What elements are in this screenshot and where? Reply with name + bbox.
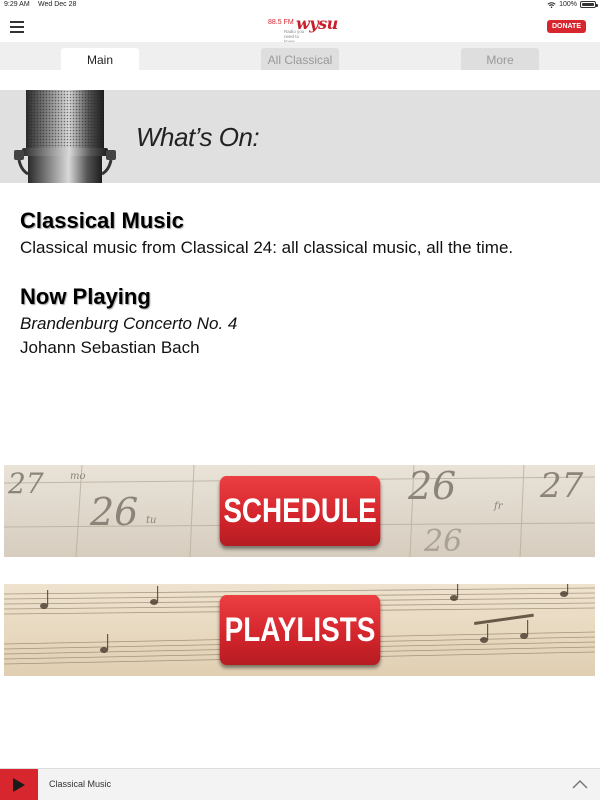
status-time: 9:29 AM [4,1,30,8]
status-right: 100% [547,1,598,8]
donate-button[interactable]: DONATE [546,20,586,33]
program-description: Classical music from Classical 24: all c… [20,238,514,257]
program-info: Classical Music Classical music from Cla… [20,208,590,360]
calendar-day: fr [493,501,504,512]
whats-on-banner: What’s On: [0,90,600,183]
player-label: Classical Music [49,779,112,789]
logo-frequency: 88.5 FM [268,19,294,26]
calendar-day: mo [70,471,86,482]
playlists-button[interactable]: PLAYLISTS [219,595,381,665]
battery-icon [580,1,598,8]
hamburger-icon-line [10,26,24,28]
now-playing-heading: Now Playing [20,284,151,309]
schedule-button[interactable]: SCHEDULE [219,476,381,546]
play-button[interactable] [0,769,38,800]
play-icon [13,778,25,792]
player-bar: Classical Music [0,768,600,800]
calendar-number: 26 [407,465,456,508]
playlists-banner[interactable]: PLAYLISTS [4,584,595,676]
app-header: 88.5 FM wysu Radio you need to know DONA… [0,12,600,44]
calendar-number: 27 [539,466,584,506]
hamburger-icon-line [10,21,24,23]
hamburger-icon-line [10,31,24,33]
schedule-banner[interactable]: 27 26 26 27 26 fr tu mo SCHEDULE [4,465,595,557]
now-playing-section: Now Playing Brandenburg Concerto No. 4 J… [20,284,590,360]
program-heading: Classical Music [20,208,184,233]
station-logo: 88.5 FM wysu Radio you need to know [268,14,338,44]
wifi-icon [547,1,556,8]
tab-bar: Main All Classical More [0,42,600,70]
tab-more[interactable]: More [461,48,539,70]
whats-on-title: What’s On: [136,122,260,152]
chevron-up-icon[interactable] [572,778,588,790]
calendar-day: tu [146,515,156,526]
now-playing-artist: Johann Sebastian Bach [20,338,200,357]
status-date: Wed Dec 28 [38,1,77,8]
tab-all-classical[interactable]: All Classical [261,48,339,70]
menu-button[interactable] [10,21,24,33]
status-bar: 9:29 AM Wed Dec 28 100% [0,0,600,12]
calendar-number: 26 [423,524,462,557]
calendar-number: 27 [7,467,44,500]
calendar-number: 26 [89,490,138,534]
tab-main[interactable]: Main [61,48,139,70]
now-playing-title: Brandenburg Concerto No. 4 [20,314,238,333]
battery-percent: 100% [559,1,577,8]
microphone-image [14,90,116,183]
